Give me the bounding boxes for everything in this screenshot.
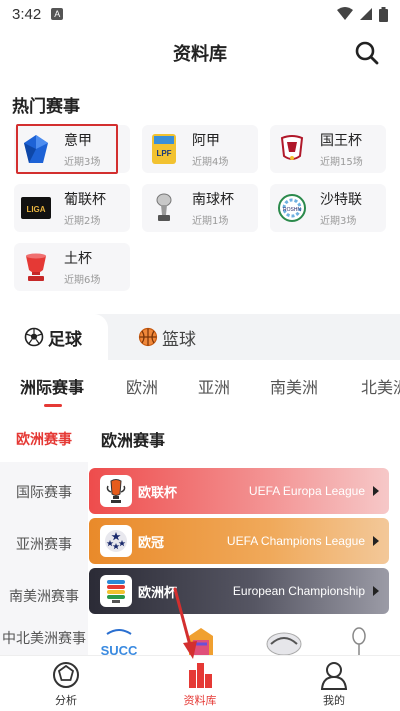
region-tab-south-america[interactable]: 南美洲 (270, 374, 318, 398)
tab-football[interactable]: 足球 (0, 314, 108, 360)
nav-database[interactable]: 资料库 (160, 660, 240, 708)
sidebar-item-south-america[interactable]: 南美洲赛事 (0, 586, 88, 606)
trophy-outline-icon (352, 627, 366, 655)
hot-item-recent: 近期3场 (64, 157, 101, 168)
hot-item-name: 葡联杯 (64, 192, 106, 208)
sport-tabs: 足球 篮球 (0, 314, 400, 360)
world-cup-qualifier-logo-icon (266, 632, 302, 655)
hot-item-taca-da-liga[interactable]: LIGA 葡联杯 近期2场 (14, 184, 130, 232)
profile-icon (320, 662, 348, 690)
region-tab-intercontinental[interactable]: 洲际赛事 (20, 374, 84, 398)
hot-item-serie-a[interactable]: 意甲 近期3场 (14, 125, 130, 173)
status-time: 3:42 (12, 5, 42, 23)
competition-logo-strip: SUCC (89, 622, 400, 655)
svg-text:LIGA: LIGA (26, 205, 45, 214)
logo-strip-graphics: SUCC (101, 627, 366, 655)
nav-profile-label: 我的 (323, 694, 345, 707)
hot-item-recent: 近期15场 (320, 157, 363, 168)
hot-item-name: 意甲 (64, 133, 92, 149)
competition-en-name: UEFA Europa League (248, 483, 365, 498)
svg-text:ROSHN: ROSHN (283, 207, 301, 213)
signal-icon (360, 8, 372, 20)
europa-league-logo-icon (100, 475, 132, 507)
competition-cn-name: 欧冠 (138, 535, 165, 551)
football-icon (24, 327, 44, 347)
chevron-right-icon (369, 586, 383, 596)
section-title: 欧洲赛事 (101, 431, 166, 450)
hot-item-name: 沙特联 (320, 192, 362, 208)
hot-item-name: 南球杯 (192, 192, 234, 208)
copa-america-logo-icon: SUCC (101, 629, 138, 655)
euro-logo-icon (100, 575, 132, 607)
hot-item-name: 国王杯 (320, 133, 362, 149)
liga-logo-icon: LIGA (20, 192, 52, 224)
tab-basketball[interactable]: 篮球 (138, 314, 196, 360)
saudi-league-logo-icon: ROSHN (276, 192, 308, 224)
battery-icon (379, 6, 388, 22)
competition-row-champions-league[interactable]: 欧冠 UEFA Champions League (89, 518, 389, 564)
hot-item-copa-sudamericana[interactable]: 南球杯 近期1场 (142, 184, 258, 232)
svg-text:LPF: LPF (156, 149, 171, 158)
hot-section-title: 热门赛事 (12, 97, 80, 117)
basketball-icon (138, 327, 158, 347)
chevron-right-icon (369, 486, 383, 496)
nav-profile[interactable]: 我的 (294, 660, 374, 708)
database-icon (189, 663, 212, 688)
sidebar-item-north-central-america[interactable]: 中北美洲赛事 (0, 628, 88, 648)
competition-row-europa-league[interactable]: 欧联杯 UEFA Europa League (89, 468, 389, 514)
region-tab-asia[interactable]: 亚洲 (198, 374, 230, 398)
hot-item-copa-del-rey[interactable]: 国王杯 近期15场 (270, 125, 386, 173)
nav-analysis-label: 分析 (55, 694, 77, 707)
region-tabs: 洲际赛事 欧洲 亚洲 南美洲 北美洲 (0, 366, 400, 406)
nations-league-logo-icon (189, 628, 213, 655)
turkish-cup-logo-icon (20, 251, 52, 283)
sidebar-item-international[interactable]: 国际赛事 (0, 482, 88, 502)
competition-row-european-championship[interactable]: 欧洲杯 European Championship (89, 568, 389, 614)
competition-cn-name: 欧联杯 (138, 485, 178, 501)
nav-analysis[interactable]: 分析 (26, 660, 106, 708)
status-bar: 3:42 A (0, 0, 400, 28)
app-header: 资料库 (0, 28, 400, 78)
hot-item-recent: 近期6场 (64, 275, 101, 286)
competition-en-name: European Championship (232, 583, 365, 598)
hot-item-saudi-league[interactable]: ROSHN 沙特联 近期3场 (270, 184, 386, 232)
tab-basketball-label: 篮球 (162, 329, 196, 350)
champions-league-logo-icon (100, 525, 132, 557)
page-title: 资料库 (173, 44, 227, 65)
notification-icon: A (51, 8, 64, 20)
serie-a-logo-icon (20, 133, 52, 165)
tab-football-label: 足球 (48, 329, 82, 350)
sidebar-item-asia[interactable]: 亚洲赛事 (0, 534, 88, 554)
hot-item-name: 土杯 (64, 251, 92, 267)
region-tab-europe[interactable]: 欧洲 (126, 374, 158, 398)
chevron-right-icon (369, 536, 383, 546)
hot-item-turkish-cup[interactable]: 土杯 近期6场 (14, 243, 130, 291)
hot-item-recent: 近期3场 (320, 216, 357, 227)
category-sidebar: 欧洲赛事 国际赛事 亚洲赛事 南美洲赛事 中北美洲赛事 (0, 412, 88, 655)
hot-item-recent: 近期2场 (64, 216, 101, 227)
hot-item-name: 阿甲 (192, 133, 220, 149)
sidebar-item-europe[interactable]: 欧洲赛事 (0, 429, 88, 449)
search-icon[interactable] (354, 40, 380, 66)
nav-database-label: 资料库 (183, 694, 217, 707)
region-tab-north-america[interactable]: 北美洲 (361, 374, 400, 398)
analysis-icon (53, 662, 79, 688)
hot-item-liga-argentina[interactable]: LPF 阿甲 近期4场 (142, 125, 258, 173)
strip-logo-text: SUCC (101, 643, 138, 655)
trophy-icon (148, 192, 180, 224)
copa-del-rey-logo-icon (276, 133, 308, 165)
bottom-navigation: 分析 资料库 我的 (0, 655, 400, 711)
wifi-icon (337, 7, 353, 20)
hot-item-recent: 近期1场 (192, 216, 229, 227)
competition-en-name: UEFA Champions League (226, 533, 365, 548)
competition-cn-name: 欧洲杯 (138, 585, 178, 601)
lpf-logo-icon: LPF (148, 133, 180, 165)
hot-item-recent: 近期4场 (192, 157, 229, 168)
region-tab-indicator (44, 404, 62, 407)
